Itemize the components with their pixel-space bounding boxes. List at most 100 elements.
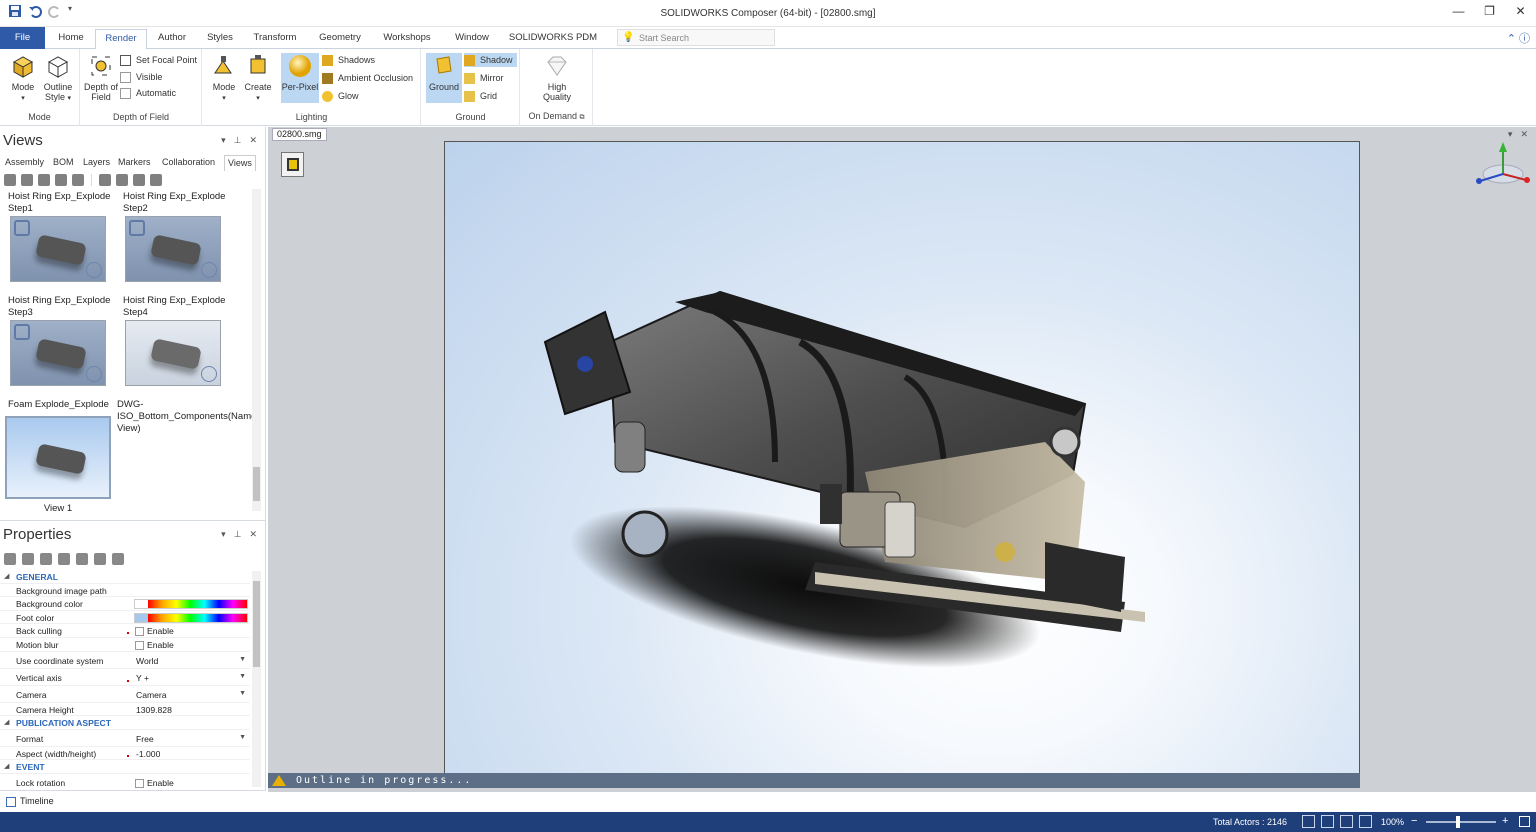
view-thumbnail[interactable] bbox=[125, 320, 221, 386]
lock-rotation-checkbox[interactable] bbox=[135, 778, 144, 788]
ambient-occlusion-button[interactable]: Ambient Occlusion bbox=[322, 71, 413, 85]
per-pixel-button[interactable]: Per-Pixel bbox=[281, 53, 319, 103]
camera-view-icon[interactable] bbox=[99, 174, 111, 186]
lighting-mode-button[interactable]: Mode ▾ bbox=[207, 53, 241, 104]
tab-bom[interactable]: BOM bbox=[53, 157, 74, 167]
dropdown-icon[interactable]: ▾ bbox=[221, 135, 226, 146]
record-view-icon[interactable] bbox=[38, 174, 50, 186]
3d-model[interactable] bbox=[445, 142, 1360, 787]
pin-icon[interactable]: ⊥ bbox=[234, 135, 242, 146]
property-section[interactable]: ◢ GENERAL bbox=[0, 570, 250, 584]
tab-geometry[interactable]: Geometry bbox=[310, 29, 370, 49]
grid-icon[interactable] bbox=[1340, 815, 1353, 828]
close-button[interactable]: ✕ bbox=[1505, 0, 1536, 24]
view-frame-button[interactable] bbox=[281, 152, 304, 177]
link-icon[interactable] bbox=[58, 553, 70, 565]
automatic-checkbox[interactable]: Automatic bbox=[120, 86, 176, 100]
property-row[interactable]: Background color bbox=[0, 597, 250, 611]
outline-style-button[interactable]: Outline Style ▾ bbox=[40, 53, 76, 104]
dialog-launcher-icon[interactable]: ⧉ bbox=[580, 114, 585, 121]
collapse-icon[interactable]: ◢ bbox=[4, 762, 9, 770]
property-row[interactable]: Motion blur Enable bbox=[0, 638, 250, 652]
ground-button[interactable]: Ground bbox=[426, 53, 462, 103]
close-icon[interactable]: ✕ bbox=[249, 529, 257, 540]
close-icon[interactable]: ✕ bbox=[1520, 129, 1528, 140]
property-section[interactable]: ◢ PUBLICATION ASPECT bbox=[0, 716, 250, 730]
close-icon[interactable]: ✕ bbox=[249, 135, 257, 146]
camera-view-icon[interactable] bbox=[150, 174, 162, 186]
camera-view-icon[interactable] bbox=[133, 174, 145, 186]
tab-render[interactable]: Render bbox=[95, 29, 147, 50]
dropdown-icon[interactable]: ▾ bbox=[1508, 129, 1513, 140]
chevron-down-icon[interactable]: ▼ bbox=[239, 734, 246, 741]
zoom-slider[interactable] bbox=[1426, 816, 1496, 828]
help-icon[interactable]: ⌃ ⓘ bbox=[1507, 30, 1530, 46]
render-mode-button[interactable]: Mode ▾ bbox=[6, 53, 40, 104]
pencil-icon[interactable] bbox=[94, 553, 106, 565]
create-light-button[interactable]: Create ▾ bbox=[241, 53, 275, 104]
minimize-button[interactable]: — bbox=[1443, 0, 1474, 24]
mirror-button[interactable]: Mirror bbox=[464, 71, 504, 85]
scroll-thumb[interactable] bbox=[253, 581, 260, 667]
create-view-icon[interactable] bbox=[4, 174, 16, 186]
categorized-icon[interactable] bbox=[4, 553, 16, 565]
glow-button[interactable]: Glow bbox=[322, 89, 359, 103]
property-row[interactable]: Back culling Enable bbox=[0, 624, 250, 638]
property-row[interactable]: Use coordinate system World ▼ bbox=[0, 652, 250, 669]
scroll-thumb[interactable] bbox=[253, 467, 260, 501]
tab-styles[interactable]: Styles bbox=[198, 29, 242, 49]
settings-icon[interactable] bbox=[76, 553, 88, 565]
view-thumbnail[interactable] bbox=[10, 320, 106, 386]
view-thumbnail[interactable] bbox=[125, 216, 221, 282]
tab-file[interactable]: File bbox=[0, 27, 45, 49]
zoom-slider-thumb[interactable] bbox=[1456, 816, 1460, 828]
3d-viewport[interactable] bbox=[444, 141, 1360, 787]
paint-view-icon[interactable] bbox=[72, 174, 84, 186]
orientation-triad[interactable] bbox=[1476, 140, 1531, 195]
dropdown-icon[interactable]: ▾ bbox=[221, 529, 226, 540]
tab-window[interactable]: Window bbox=[444, 29, 500, 49]
zoom-in-button[interactable]: + bbox=[1502, 815, 1508, 827]
camera-view-icon[interactable] bbox=[116, 174, 128, 186]
sort-icon[interactable] bbox=[22, 553, 34, 565]
tab-assembly[interactable]: Assembly bbox=[5, 157, 44, 167]
panel-icon[interactable] bbox=[112, 553, 124, 565]
pen-icon[interactable] bbox=[1321, 815, 1334, 828]
update-view-icon[interactable] bbox=[21, 174, 33, 186]
properties-scrollbar[interactable] bbox=[252, 571, 261, 787]
back-culling-checkbox[interactable] bbox=[135, 627, 144, 637]
property-row[interactable]: Foot color bbox=[0, 611, 250, 625]
high-quality-button[interactable]: High Quality bbox=[535, 53, 579, 102]
chevron-down-icon[interactable]: ▼ bbox=[239, 690, 246, 697]
property-row[interactable]: Aspect (width/height) -1.000 bbox=[0, 747, 250, 761]
property-row[interactable]: Vertical axis Y + ▼ bbox=[0, 669, 250, 686]
tab-collaboration[interactable]: Collaboration bbox=[162, 157, 215, 167]
search-input[interactable]: 💡 Start Search bbox=[617, 29, 775, 46]
tab-solidworks-pdm[interactable]: SOLIDWORKS PDM bbox=[506, 29, 600, 49]
collapse-icon[interactable]: ◢ bbox=[4, 718, 9, 726]
pin-icon[interactable]: ⊥ bbox=[234, 529, 242, 540]
foot-color-swatch[interactable] bbox=[134, 612, 248, 623]
shadows-button[interactable]: Shadows bbox=[322, 53, 375, 67]
property-row[interactable]: Camera Height 1309.828 bbox=[0, 703, 250, 717]
measure-icon[interactable] bbox=[1302, 815, 1315, 828]
fullscreen-icon[interactable] bbox=[1519, 816, 1530, 827]
property-section[interactable]: ◢ EVENT bbox=[0, 760, 250, 774]
views-scrollbar[interactable] bbox=[252, 189, 261, 511]
property-row[interactable]: Format Free ▼ bbox=[0, 730, 250, 747]
zoom-out-button[interactable]: − bbox=[1411, 815, 1417, 827]
depth-of-field-button[interactable]: Depth of Field bbox=[83, 53, 119, 102]
chevron-down-icon[interactable]: ▼ bbox=[239, 673, 246, 680]
property-row[interactable]: Lock rotation Enable bbox=[0, 774, 250, 791]
delete-view-icon[interactable] bbox=[55, 174, 67, 186]
view-thumbnail[interactable] bbox=[10, 216, 106, 282]
fit-icon[interactable] bbox=[1359, 815, 1372, 828]
tab-workshops[interactable]: Workshops bbox=[377, 29, 437, 49]
tab-author[interactable]: Author bbox=[150, 29, 194, 49]
tab-views[interactable]: Views bbox=[224, 155, 256, 171]
tab-markers[interactable]: Markers bbox=[118, 157, 151, 167]
view-thumbnail-selected[interactable] bbox=[5, 416, 111, 499]
grid-button[interactable]: Grid bbox=[464, 89, 497, 103]
set-focal-point-button[interactable]: Set Focal Point bbox=[120, 53, 197, 67]
refresh-icon[interactable] bbox=[40, 553, 52, 565]
